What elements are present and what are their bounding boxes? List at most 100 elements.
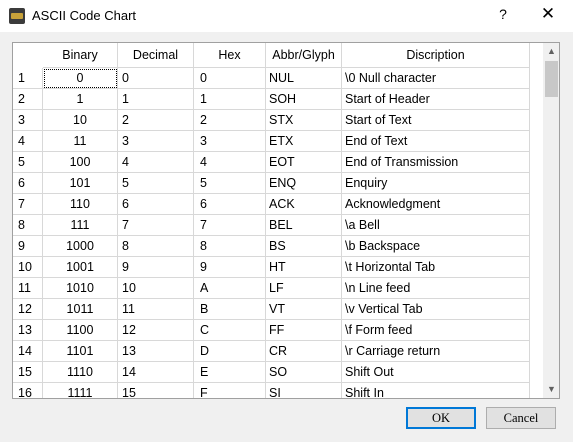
cell-hex[interactable]: D: [194, 341, 266, 362]
cell-hex[interactable]: E: [194, 362, 266, 383]
cell-description[interactable]: \b Backspace: [342, 236, 530, 257]
cell-description[interactable]: Start of Header: [342, 89, 530, 110]
cell-description[interactable]: \a Bell: [342, 215, 530, 236]
cell-binary[interactable]: 11: [43, 131, 118, 152]
cell-description[interactable]: Acknowledgment: [342, 194, 530, 215]
cell-description[interactable]: \0 Null character: [342, 68, 530, 89]
row-number[interactable]: 15: [13, 362, 43, 383]
table-row[interactable]: 2 1 1 1 SOH Start of Header: [13, 89, 544, 110]
cell-decimal[interactable]: 12: [118, 320, 194, 341]
header-description[interactable]: Discription: [342, 43, 530, 68]
cell-hex[interactable]: 2: [194, 110, 266, 131]
row-number[interactable]: 3: [13, 110, 43, 131]
cell-abbr[interactable]: SI: [266, 383, 342, 398]
cell-description[interactable]: \r Carriage return: [342, 341, 530, 362]
row-number[interactable]: 5: [13, 152, 43, 173]
scroll-thumb[interactable]: [545, 61, 558, 97]
cell-hex[interactable]: C: [194, 320, 266, 341]
row-number[interactable]: 11: [13, 278, 43, 299]
table-row[interactable]: 13 1100 12 C FF \f Form feed: [13, 320, 544, 341]
cell-description[interactable]: End of Transmission: [342, 152, 530, 173]
cell-description[interactable]: \t Horizontal Tab: [342, 257, 530, 278]
table-row[interactable]: 4 11 3 3 ETX End of Text: [13, 131, 544, 152]
cell-description[interactable]: Shift In: [342, 383, 530, 398]
row-number[interactable]: 1: [13, 68, 43, 89]
table-row[interactable]: 10 1001 9 9 HT \t Horizontal Tab: [13, 257, 544, 278]
row-number[interactable]: 6: [13, 173, 43, 194]
cell-binary[interactable]: 100: [43, 152, 118, 173]
vertical-scrollbar[interactable]: ▲ ▼: [543, 43, 559, 398]
cell-binary[interactable]: 1101: [43, 341, 118, 362]
row-number[interactable]: 9: [13, 236, 43, 257]
cell-hex[interactable]: 1: [194, 89, 266, 110]
cell-binary[interactable]: 111: [43, 215, 118, 236]
cell-description[interactable]: \f Form feed: [342, 320, 530, 341]
cell-decimal[interactable]: 7: [118, 215, 194, 236]
cell-abbr[interactable]: HT: [266, 257, 342, 278]
row-number[interactable]: 7: [13, 194, 43, 215]
cell-hex[interactable]: F: [194, 383, 266, 398]
table-row[interactable]: 16 1111 15 F SI Shift In: [13, 383, 544, 398]
cell-abbr[interactable]: BEL: [266, 215, 342, 236]
close-icon[interactable]: ✕: [536, 4, 560, 24]
header-abbr[interactable]: Abbr/Glyph: [266, 43, 342, 68]
cell-hex[interactable]: 6: [194, 194, 266, 215]
cell-hex[interactable]: 9: [194, 257, 266, 278]
cell-binary[interactable]: 1110: [43, 362, 118, 383]
table-row[interactable]: 8 111 7 7 BEL \a Bell: [13, 215, 544, 236]
table-row[interactable]: 15 1110 14 E SO Shift Out: [13, 362, 544, 383]
table-row[interactable]: 5 100 4 4 EOT End of Transmission: [13, 152, 544, 173]
header-hex[interactable]: Hex: [194, 43, 266, 68]
cell-binary[interactable]: 101: [43, 173, 118, 194]
cell-binary[interactable]: 1011: [43, 299, 118, 320]
cell-binary[interactable]: 1010: [43, 278, 118, 299]
cell-decimal[interactable]: 11: [118, 299, 194, 320]
cell-decimal[interactable]: 15: [118, 383, 194, 398]
cell-abbr[interactable]: VT: [266, 299, 342, 320]
cell-description[interactable]: Shift Out: [342, 362, 530, 383]
cell-abbr[interactable]: LF: [266, 278, 342, 299]
table-row[interactable]: 12 1011 11 B VT \v Vertical Tab: [13, 299, 544, 320]
help-button[interactable]: ?: [493, 6, 513, 22]
cell-abbr[interactable]: SO: [266, 362, 342, 383]
table-row[interactable]: 7 110 6 6 ACK Acknowledgment: [13, 194, 544, 215]
scroll-down-icon[interactable]: ▼: [543, 381, 559, 398]
cell-description[interactable]: Start of Text: [342, 110, 530, 131]
cell-abbr[interactable]: STX: [266, 110, 342, 131]
cell-hex[interactable]: 8: [194, 236, 266, 257]
cell-hex[interactable]: B: [194, 299, 266, 320]
cell-hex[interactable]: A: [194, 278, 266, 299]
cell-abbr[interactable]: CR: [266, 341, 342, 362]
cell-decimal[interactable]: 3: [118, 131, 194, 152]
row-number[interactable]: 4: [13, 131, 43, 152]
row-number[interactable]: 16: [13, 383, 43, 398]
table-row[interactable]: 3 10 2 2 STX Start of Text: [13, 110, 544, 131]
cell-decimal[interactable]: 10: [118, 278, 194, 299]
cancel-button[interactable]: Cancel: [486, 407, 556, 429]
cell-binary[interactable]: 10: [43, 110, 118, 131]
row-number[interactable]: 10: [13, 257, 43, 278]
cell-abbr[interactable]: ENQ: [266, 173, 342, 194]
scroll-up-icon[interactable]: ▲: [543, 43, 559, 60]
cell-decimal[interactable]: 5: [118, 173, 194, 194]
table-row[interactable]: 14 1101 13 D CR \r Carriage return: [13, 341, 544, 362]
cell-description[interactable]: End of Text: [342, 131, 530, 152]
ok-button[interactable]: OK: [406, 407, 476, 429]
row-number[interactable]: 12: [13, 299, 43, 320]
cell-abbr[interactable]: ACK: [266, 194, 342, 215]
header-binary[interactable]: Binary: [43, 43, 118, 68]
cell-binary[interactable]: 1: [43, 89, 118, 110]
cell-decimal[interactable]: 6: [118, 194, 194, 215]
cell-decimal[interactable]: 14: [118, 362, 194, 383]
cell-hex[interactable]: 0: [194, 68, 266, 89]
cell-hex[interactable]: 4: [194, 152, 266, 173]
header-decimal[interactable]: Decimal: [118, 43, 194, 68]
cell-description[interactable]: \n Line feed: [342, 278, 530, 299]
table-row[interactable]: 6 101 5 5 ENQ Enquiry: [13, 173, 544, 194]
cell-decimal[interactable]: 2: [118, 110, 194, 131]
cell-decimal[interactable]: 13: [118, 341, 194, 362]
row-number[interactable]: 13: [13, 320, 43, 341]
cell-hex[interactable]: 7: [194, 215, 266, 236]
cell-description[interactable]: \v Vertical Tab: [342, 299, 530, 320]
table-row[interactable]: 11 1010 10 A LF \n Line feed: [13, 278, 544, 299]
